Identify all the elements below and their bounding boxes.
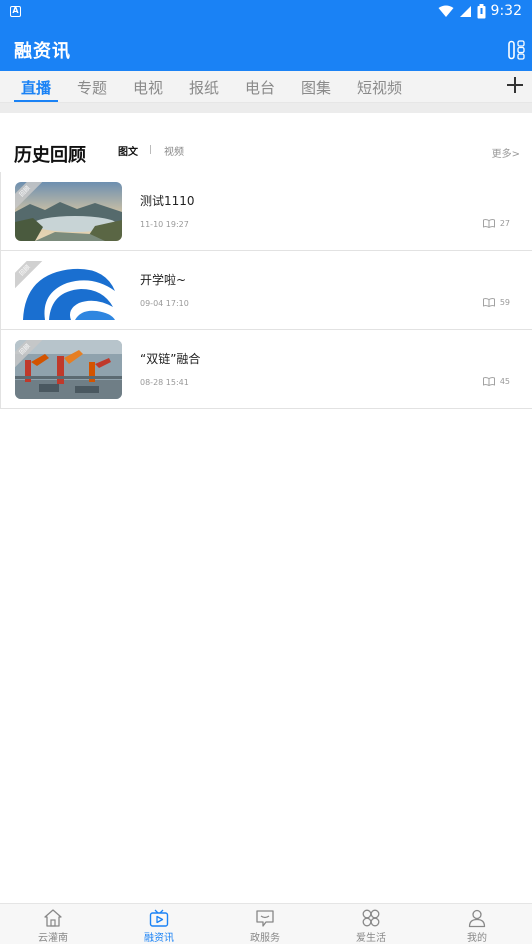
logo-thumbnail: 回顾 [15, 261, 122, 320]
item-title: 开学啦~ [140, 273, 187, 287]
list-item[interactable]: 回顾 测试1110 11-10 19:27 27 [0, 172, 532, 251]
tv-play-icon [149, 909, 169, 927]
view-count-value: 27 [499, 219, 510, 228]
view-count: 45 [482, 377, 510, 386]
grid-clover-icon [362, 909, 380, 927]
nav-label: 政服务 [250, 933, 280, 944]
view-count: 59 [482, 298, 510, 307]
cellular-signal-icon [459, 5, 471, 17]
add-channel-icon[interactable] [506, 76, 524, 94]
history-list: 回顾 测试1110 11-10 19:27 27 回顾 开学啦~ 09-04 1… [0, 172, 532, 409]
view-count-value: 59 [499, 298, 510, 307]
more-link[interactable]: 更多> [492, 145, 520, 160]
divider [0, 103, 532, 113]
active-tab-indicator [14, 100, 58, 102]
item-date: 08-28 15:41 [140, 378, 189, 387]
book-icon [482, 298, 495, 307]
tab-radio[interactable]: 电台 [245, 77, 275, 98]
view-count-value: 45 [499, 377, 510, 386]
nav-news[interactable]: 融资讯 [106, 904, 212, 944]
tab-tv[interactable]: 电视 [133, 77, 163, 98]
tab-live[interactable]: 直播 [21, 77, 51, 98]
home-icon [44, 909, 62, 927]
nav-label: 我的 [467, 933, 487, 944]
section-title: 历史回顾 [14, 145, 86, 166]
robot-factory-thumbnail: 回顾 [15, 340, 122, 399]
nav-home[interactable]: 云灌南 [0, 904, 106, 944]
item-title: 测试1110 [140, 194, 195, 208]
more-options-icon[interactable] [508, 40, 526, 60]
wifi-icon [438, 5, 454, 17]
book-icon [482, 377, 495, 386]
page-title: 融资讯 [14, 41, 71, 62]
sub-tab-articles[interactable]: 图文 [118, 143, 138, 158]
nav-government-services[interactable]: 政服务 [212, 904, 318, 944]
bottom-navigation: 云灌南 融资讯 政服务 爱生活 我的 [0, 903, 532, 944]
nav-label: 爱生活 [356, 933, 386, 944]
tab-gallery[interactable]: 图集 [301, 77, 331, 98]
landscape-thumbnail: 回顾 [15, 182, 122, 241]
status-time: 9:32 [490, 3, 522, 19]
sub-tab-separator [150, 145, 151, 154]
chat-service-icon [256, 910, 274, 927]
tab-short-video[interactable]: 短视频 [357, 77, 402, 98]
item-date: 09-04 17:10 [140, 299, 189, 308]
tab-topics[interactable]: 专题 [77, 77, 107, 98]
view-count: 27 [482, 219, 510, 228]
category-tab-bar: 直播 专题 电视 报纸 电台 图集 短视频 [0, 71, 532, 103]
nav-profile[interactable]: 我的 [424, 904, 530, 944]
status-bar: A 9:32 [0, 0, 532, 24]
nav-life[interactable]: 爱生活 [318, 904, 424, 944]
item-date: 11-10 19:27 [140, 220, 189, 229]
list-item[interactable]: 回顾 开学啦~ 09-04 17:10 59 [0, 251, 532, 330]
book-icon [482, 219, 495, 228]
sub-tab-videos[interactable]: 视频 [164, 143, 184, 158]
section-header: 历史回顾 图文 视频 更多> [0, 126, 532, 170]
list-item[interactable]: 回顾 “双链”融合 08-28 15:41 45 [0, 330, 532, 409]
item-title: “双链”融合 [140, 352, 201, 366]
tab-newspaper[interactable]: 报纸 [189, 77, 219, 98]
battery-icon [477, 3, 486, 18]
status-icons: 9:32 [438, 3, 522, 19]
app-bar: 融资讯 [0, 24, 532, 71]
nav-label: 云灌南 [38, 933, 68, 944]
person-icon [468, 909, 486, 928]
notification-icon: A [10, 6, 21, 17]
nav-label: 融资讯 [144, 933, 174, 944]
